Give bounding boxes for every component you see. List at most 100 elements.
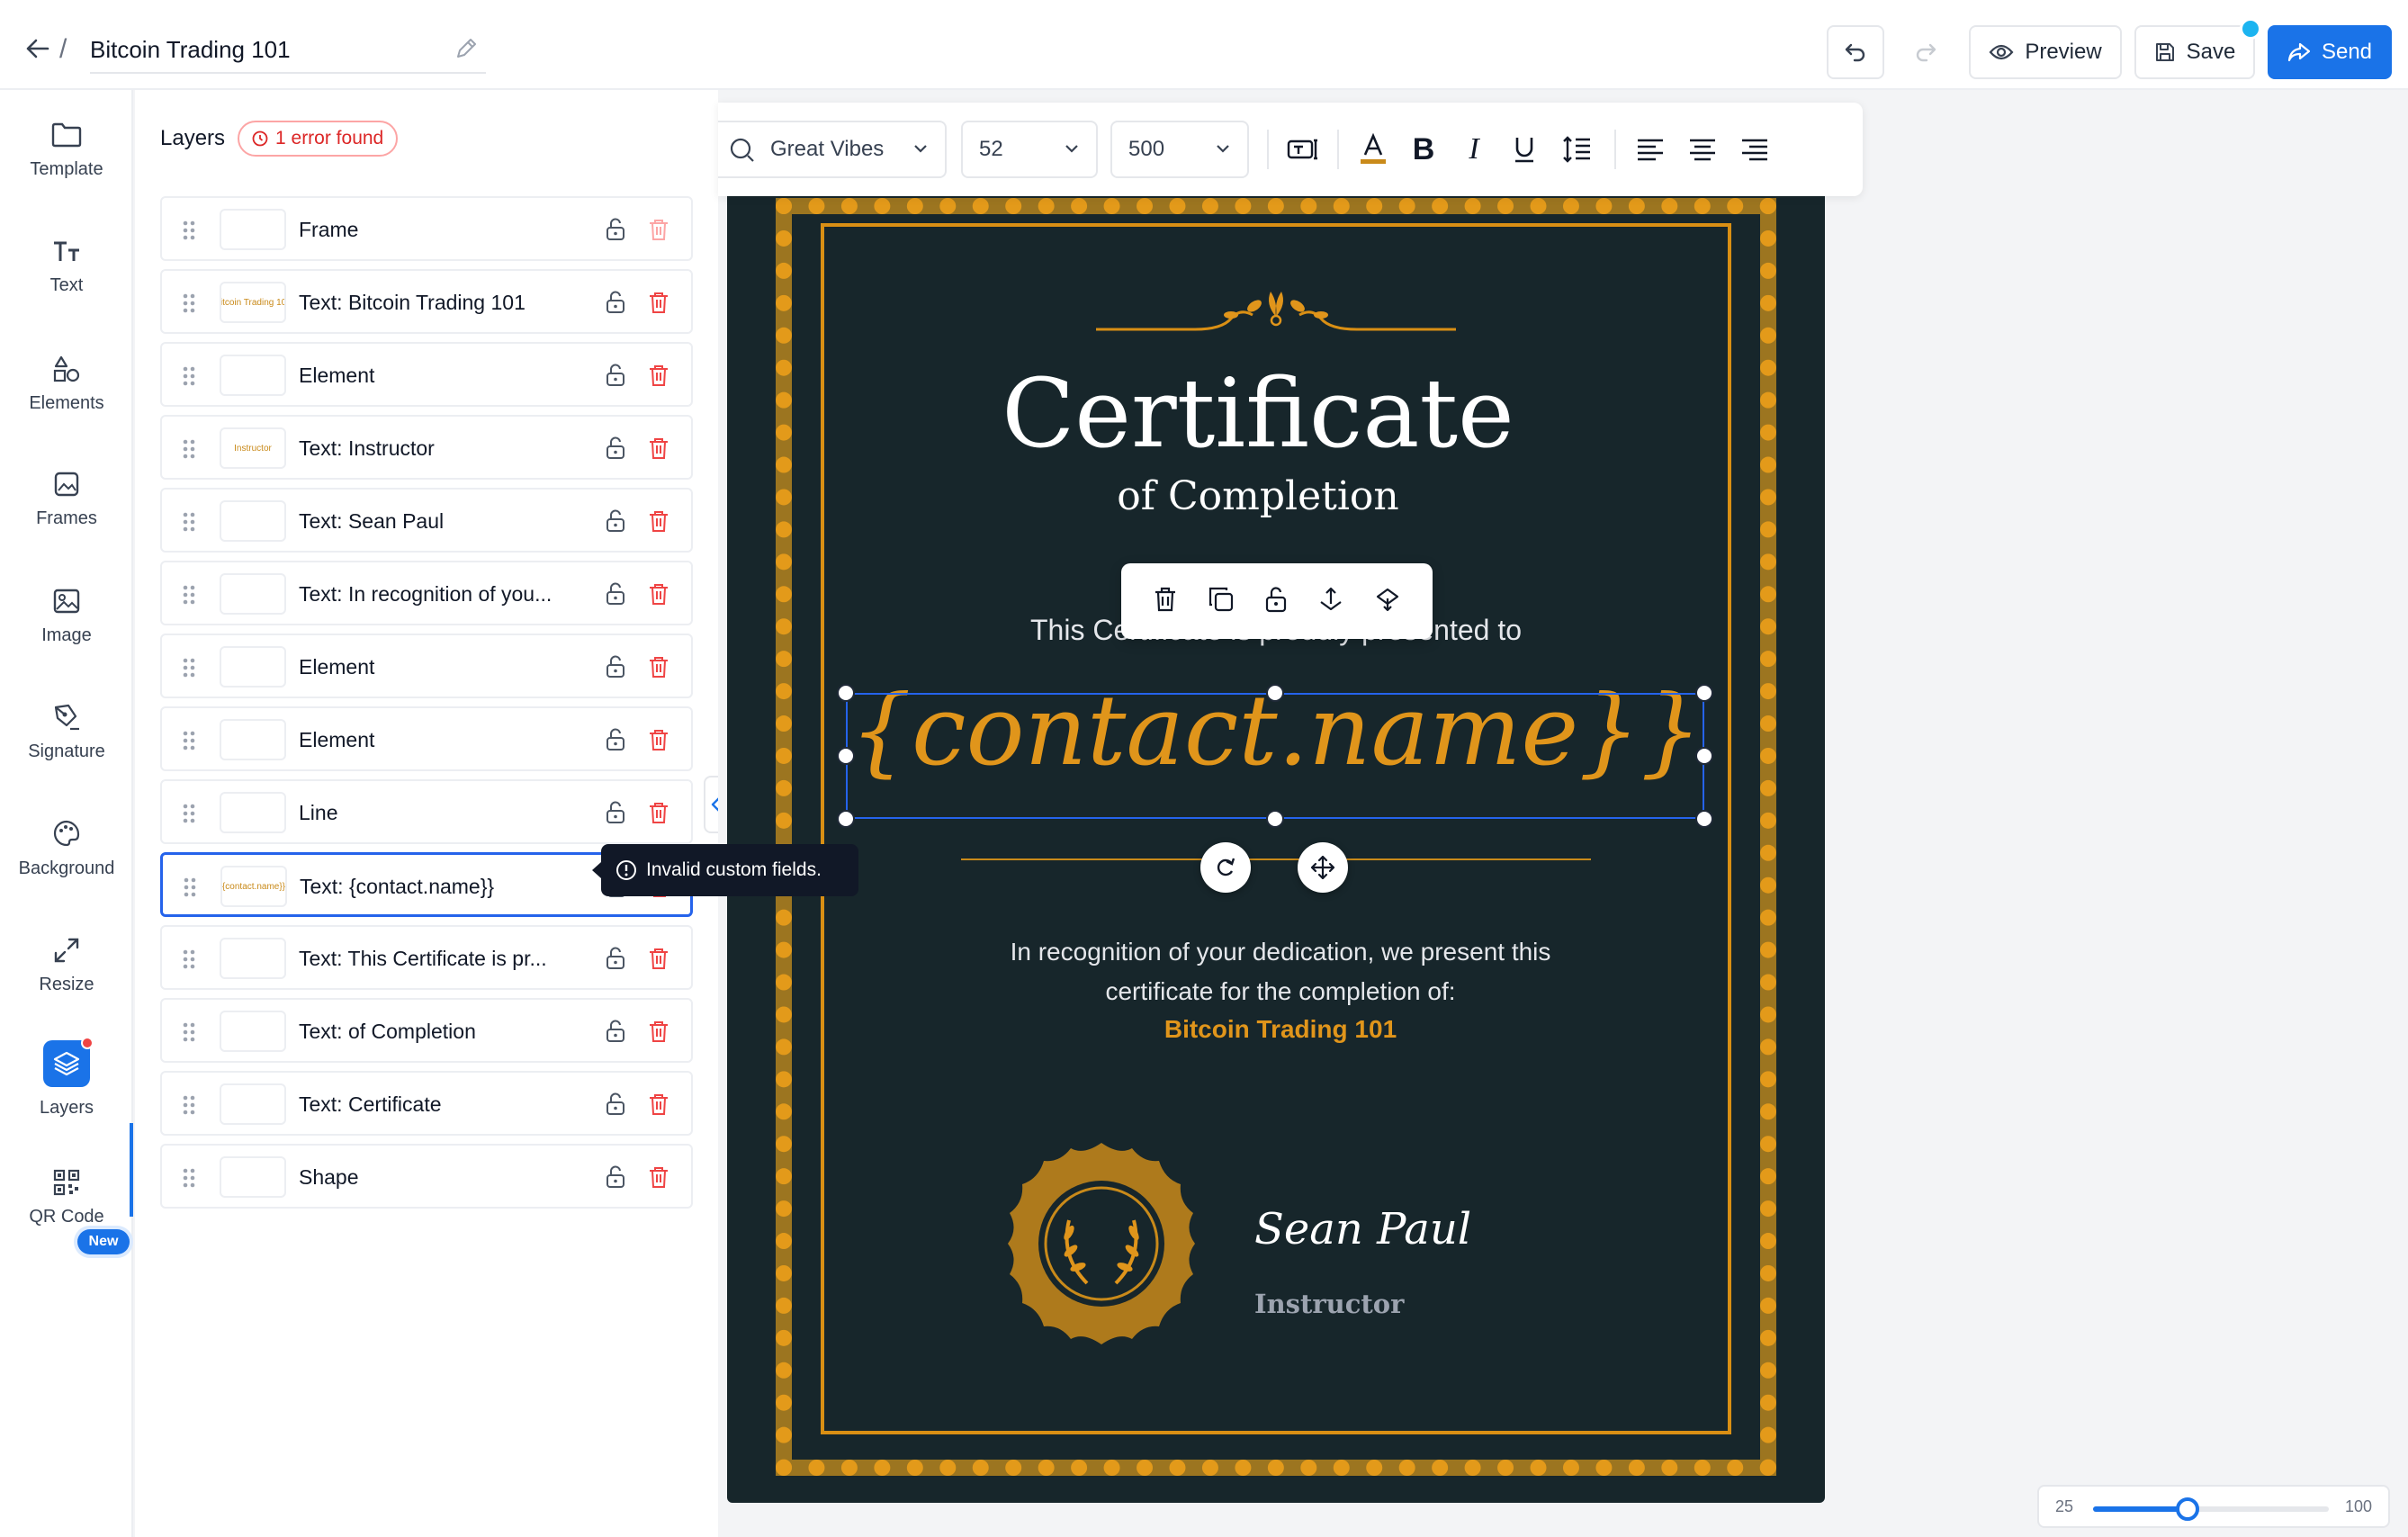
layer-row[interactable]: Shape [160,1144,693,1209]
back-arrow-icon[interactable] [20,31,56,67]
certificate-title[interactable]: Certificate [727,358,1789,469]
align-center-icon[interactable] [1683,130,1722,169]
duplicate-icon[interactable] [1208,586,1235,617]
drag-handle-icon[interactable] [182,220,196,241]
resize-handle-right[interactable] [1695,747,1713,765]
layer-row[interactable]: Element [160,634,693,698]
error-badge[interactable]: 1 error found [238,121,399,157]
resize-handle-bottom-left[interactable] [837,810,855,828]
send-button[interactable]: Send [2268,25,2392,79]
unlock-icon[interactable] [605,1020,626,1043]
signer-role-text[interactable]: Instructor [1254,1289,1404,1319]
sidebar-item-template[interactable]: Template [0,101,133,200]
unlock-icon[interactable] [605,655,626,679]
drag-handle-icon[interactable] [182,803,196,824]
bring-forward-icon[interactable] [1317,586,1344,617]
drag-handle-icon[interactable] [182,438,196,460]
trash-icon[interactable] [648,582,669,606]
delete-icon[interactable] [1153,586,1178,617]
resize-handle-top[interactable] [1266,684,1284,702]
layer-row[interactable]: Text: Certificate [160,1071,693,1136]
sidebar-item-frames[interactable]: Frames [0,450,133,549]
line-height-icon[interactable] [1557,130,1596,169]
trash-icon[interactable] [648,291,669,314]
sidebar-item-resize[interactable]: Resize [0,916,133,1015]
layer-row[interactable]: Text: This Certificate is pr... [160,925,693,990]
drag-handle-icon[interactable] [182,292,196,314]
drag-handle-icon[interactable] [183,876,197,898]
divider-line[interactable] [961,858,1591,860]
signer-name-text[interactable]: Sean Paul [1254,1204,1471,1254]
layer-row[interactable]: Instructor Text: Instructor [160,415,693,480]
sidebar-item-signature[interactable]: Signature [0,682,133,781]
layer-row[interactable]: Text: of Completion [160,998,693,1063]
unlock-icon[interactable] [605,364,626,387]
trash-icon[interactable] [648,947,669,970]
trash-icon[interactable] [648,509,669,533]
drag-handle-icon[interactable] [182,1021,196,1043]
resize-handle-top-right[interactable] [1695,684,1713,702]
layer-row[interactable]: Text: In recognition of you... [160,561,693,625]
trash-icon[interactable] [648,801,669,824]
selection-box[interactable] [846,693,1704,819]
unlock-icon[interactable] [605,509,626,533]
text-color-icon[interactable] [1353,130,1393,169]
laurel-seal[interactable] [997,1139,1206,1348]
drag-handle-icon[interactable] [182,1094,196,1116]
unlock-icon[interactable] [605,947,626,970]
sidebar-item-background[interactable]: Background [0,799,133,898]
certificate-canvas[interactable]: Certificate of Completion This Certifica… [727,189,1825,1503]
save-button[interactable]: Save [2134,25,2255,79]
trash-icon[interactable] [648,1165,669,1189]
bold-icon[interactable]: B [1404,130,1443,169]
unlock-icon[interactable] [1264,586,1288,617]
trash-icon[interactable] [648,1092,669,1116]
drag-handle-icon[interactable] [182,511,196,533]
align-left-icon[interactable] [1631,130,1670,169]
unlock-icon[interactable] [605,291,626,314]
unlock-icon[interactable] [605,1092,626,1116]
layer-row[interactable]: Bitcoin Trading 101 Text: Bitcoin Trading… [160,269,693,334]
align-right-icon[interactable] [1735,130,1775,169]
unlock-icon[interactable] [605,1165,626,1189]
trash-icon[interactable] [648,364,669,387]
sidebar-item-layers[interactable]: Layers [0,1029,133,1128]
underline-icon[interactable] [1505,130,1544,169]
sidebar-item-image[interactable]: Image [0,567,133,666]
layer-row[interactable]: Line [160,779,693,844]
resize-handle-left[interactable] [837,747,855,765]
trash-icon[interactable] [648,655,669,679]
zoom-slider-thumb[interactable] [2175,1497,2199,1521]
layer-row[interactable]: Element [160,706,693,771]
layer-row[interactable]: Text: Sean Paul [160,488,693,553]
resize-handle-top-left[interactable] [837,684,855,702]
unlock-icon[interactable] [605,218,626,241]
text-box-icon[interactable] [1283,130,1323,169]
drag-handle-icon[interactable] [182,365,196,387]
undo-button[interactable] [1827,25,1884,79]
drag-handle-icon[interactable] [182,730,196,751]
font-size-select[interactable]: 52 [961,121,1098,178]
title-field[interactable]: Bitcoin Trading 101 [90,25,486,74]
layer-row[interactable]: Frame [160,196,693,261]
resize-handle-bottom[interactable] [1266,810,1284,828]
sidebar-item-elements[interactable]: Elements [0,335,133,434]
zoom-slider[interactable] [2093,1497,2329,1521]
layer-row[interactable]: Element [160,342,693,407]
drag-handle-icon[interactable] [182,948,196,970]
preview-button[interactable]: Preview [1969,25,2122,79]
send-backward-icon[interactable] [1374,586,1401,617]
rotate-button[interactable] [1200,842,1251,893]
unlock-icon[interactable] [605,436,626,460]
trash-icon[interactable] [648,728,669,751]
sidebar-item-text[interactable]: Text [0,218,133,317]
drag-handle-icon[interactable] [182,584,196,606]
trash-icon[interactable] [648,218,669,241]
drag-handle-icon[interactable] [182,1167,196,1189]
unlock-icon[interactable] [605,801,626,824]
recognition-text[interactable]: In recognition of your dedication, we pr… [727,932,1825,1011]
redo-button[interactable] [1897,25,1954,79]
document-title[interactable]: Bitcoin Trading 101 [90,36,291,64]
trash-icon[interactable] [648,436,669,460]
unlock-icon[interactable] [605,582,626,606]
